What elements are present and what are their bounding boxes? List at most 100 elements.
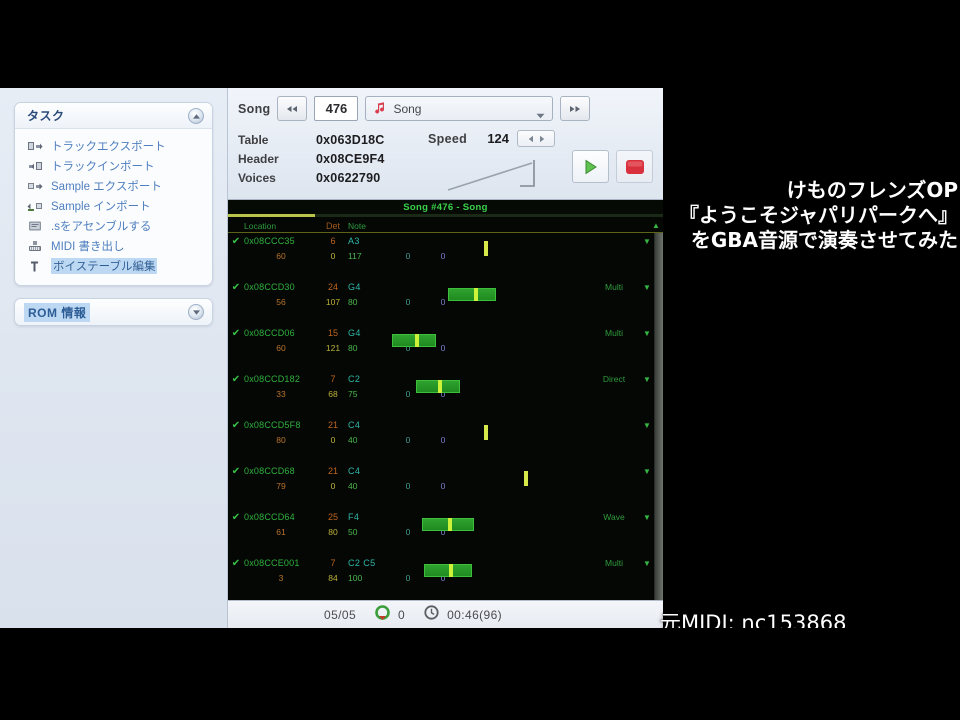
track-volume: 33	[276, 389, 286, 399]
track-bend: 0	[405, 297, 411, 307]
overlay-title-line: をGBA音源で演奏させてみた	[690, 228, 958, 252]
track-volume: 79	[276, 481, 286, 491]
playhead-marker	[414, 334, 419, 347]
table-row[interactable]: ✔ 0x08CCD64 25 F4 Wave ▼ 61 80 50 0 0	[228, 509, 654, 555]
position-indicator: 05/05	[324, 608, 356, 622]
credit-line-midi: 元MIDI: nc153868	[660, 611, 847, 628]
table-row[interactable]: ✔ 0x08CCE001 7 C2 C5 Multi ▼ 3 84 100 0 0	[228, 555, 654, 600]
video-frame: タスク トラックエクスポート トラックインポート Sample エクスポート S…	[0, 88, 960, 628]
table-row[interactable]: ✔ 0x08CCD182 7 C2 Direct ▼ 33 68 75 0 0	[228, 371, 654, 417]
track-location: 0x08CCD06	[244, 328, 295, 338]
playback-progress-rail[interactable]	[228, 214, 663, 217]
track-type: Wave	[603, 512, 625, 522]
playhead-marker	[448, 518, 452, 531]
chevron-up-icon[interactable]	[188, 108, 204, 124]
note-bar[interactable]	[424, 564, 472, 577]
track-export-icon	[26, 138, 43, 154]
track-pan: 121	[325, 343, 341, 353]
track-type: Multi	[605, 282, 623, 292]
track-pan: 0	[330, 481, 336, 491]
sidebar-item-voice-table[interactable]: ボイステーブル編集	[15, 256, 212, 276]
caret-down-icon[interactable]: ▼	[640, 375, 654, 384]
track-main-line: ✔ 0x08CCC35 6 A3 ▼	[228, 233, 654, 256]
sidebar-item-sample-export[interactable]: Sample エクスポート	[15, 176, 212, 196]
table-row[interactable]: ✔ 0x08CCD30 24 G4 Multi ▼ 56 107 80 0 0	[228, 279, 654, 325]
sidebar-item-track-export[interactable]: トラックエクスポート	[15, 136, 212, 156]
note-tick[interactable]	[484, 425, 488, 440]
track-sub-line: 79 0 40 0 0	[228, 479, 654, 493]
tracker-title: Song #476 - Song	[228, 200, 663, 214]
track-mod: 80	[348, 297, 358, 307]
track-pan: 0	[330, 435, 336, 445]
note-bar[interactable]	[448, 288, 496, 301]
track-mod: 80	[348, 343, 358, 353]
loop-indicator[interactable]: 0	[374, 604, 405, 626]
rom-info-header[interactable]: ROM 情報	[15, 299, 212, 325]
fastforward-icon[interactable]	[560, 96, 591, 121]
track-enabled-check[interactable]: ✔	[228, 282, 244, 293]
speed-label: Speed	[428, 131, 468, 146]
track-mod: 50	[348, 527, 358, 537]
track-det: 21	[327, 420, 338, 430]
chevron-down-icon[interactable]	[536, 106, 545, 124]
stop-button[interactable]	[616, 150, 653, 183]
caret-up-icon[interactable]: ▲	[649, 221, 663, 230]
track-enabled-check[interactable]: ✔	[228, 420, 244, 431]
track-enabled-check[interactable]: ✔	[228, 558, 244, 569]
info-key: Table	[238, 132, 269, 147]
time-indicator: 00:46(96)	[423, 604, 502, 626]
caret-down-icon[interactable]: ▼	[640, 329, 654, 338]
tracker-scrollbar[interactable]	[654, 233, 663, 600]
track-volume: 60	[276, 251, 286, 261]
note-bar[interactable]	[422, 518, 474, 531]
track-pan: 0	[330, 251, 336, 261]
spinner-left-right-icon[interactable]	[517, 130, 556, 147]
track-location: 0x08CCD68	[244, 466, 295, 476]
caret-down-icon[interactable]: ▼	[640, 559, 654, 568]
track-extra: 0	[440, 435, 446, 445]
track-pan: 68	[328, 389, 338, 399]
note-tick[interactable]	[524, 471, 528, 486]
track-enabled-check[interactable]: ✔	[228, 512, 244, 523]
song-number-input[interactable]: 476	[314, 96, 359, 121]
sidebar-item-assemble[interactable]: .sをアセンブルする	[15, 216, 212, 236]
track-enabled-check[interactable]: ✔	[228, 466, 244, 477]
track-bend: 0	[405, 573, 411, 583]
info-value: 0x063D18C	[316, 132, 385, 147]
table-row[interactable]: ✔ 0x08CCD68 21 C4 ▼ 79 0 40 0 0	[228, 463, 654, 509]
caret-down-icon[interactable]: ▼	[640, 513, 654, 522]
track-bend: 0	[405, 251, 411, 261]
caret-down-icon[interactable]: ▼	[640, 467, 654, 476]
caret-down-icon[interactable]: ▼	[640, 283, 654, 292]
track-note: G4	[348, 328, 361, 338]
caret-down-icon[interactable]: ▼	[640, 421, 654, 430]
info-row: Header 0x08CE9F4	[238, 149, 385, 168]
sidebar-item-midi-export[interactable]: MIDI 書き出し	[15, 236, 212, 256]
sidebar-item-sample-import[interactable]: Sample インポート	[15, 196, 212, 216]
track-enabled-check[interactable]: ✔	[228, 328, 244, 339]
table-row[interactable]: ✔ 0x08CCD06 15 G4 Multi ▼ 60 121 80 0 0	[228, 325, 654, 371]
note-bar[interactable]	[392, 334, 436, 347]
track-note: C4	[348, 420, 361, 430]
track-volume: 56	[276, 297, 286, 307]
header-location: Location	[244, 220, 277, 231]
song-select-dropdown[interactable]: Song	[365, 96, 554, 124]
sidebar-item-track-import[interactable]: トラックインポート	[15, 156, 212, 176]
chevron-down-icon[interactable]	[188, 304, 204, 320]
table-row[interactable]: ✔ 0x08CCC35 6 A3 ▼ 60 0 117 0 0	[228, 233, 654, 279]
play-button[interactable]	[572, 150, 609, 183]
track-note: C2 C5	[348, 558, 376, 568]
tempo-graphic	[447, 160, 535, 191]
track-enabled-check[interactable]: ✔	[228, 374, 244, 385]
track-extra: 0	[440, 481, 446, 491]
clock-icon	[423, 604, 440, 626]
track-main-line: ✔ 0x08CCD182 7 C2 Direct ▼	[228, 371, 654, 393]
track-note: C4	[348, 466, 361, 476]
note-bar[interactable]	[416, 380, 460, 393]
track-enabled-check[interactable]: ✔	[228, 236, 244, 247]
track-extra: 0	[440, 251, 446, 261]
caret-down-icon[interactable]: ▼	[640, 237, 654, 246]
table-row[interactable]: ✔ 0x08CCD5F8 21 C4 ▼ 80 0 40 0 0	[228, 417, 654, 463]
note-tick[interactable]	[484, 241, 488, 256]
rewind-icon[interactable]	[277, 96, 308, 121]
